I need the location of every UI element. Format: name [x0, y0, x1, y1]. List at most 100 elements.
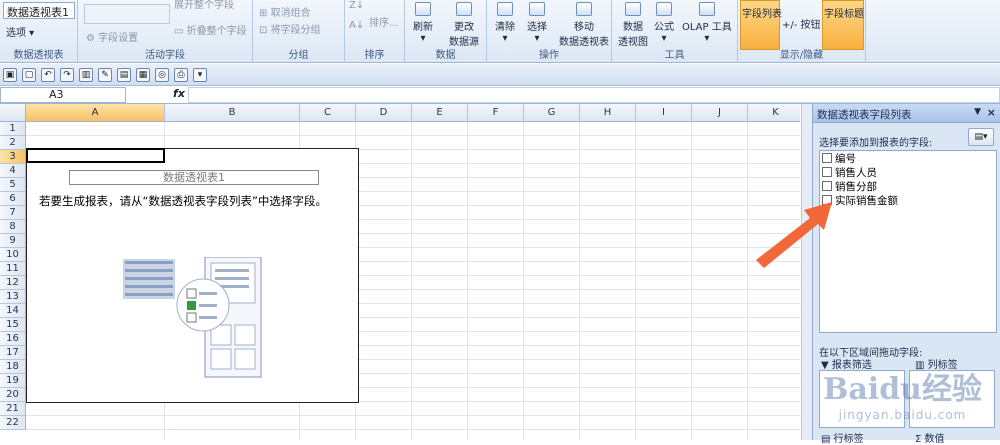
change-source-label: 更改 数据源 [449, 22, 479, 48]
save-icon[interactable]: ▣ [3, 68, 17, 82]
column-header-f[interactable]: F [468, 104, 524, 122]
column-header-d[interactable]: D [356, 104, 412, 122]
select-all-corner[interactable] [0, 104, 26, 122]
chart-icon[interactable]: ▥ [79, 68, 93, 82]
pivot-illustration-icon [123, 257, 262, 378]
field-item[interactable]: 销售人员 [822, 167, 877, 180]
sort-za-icon[interactable]: A↓ [349, 20, 364, 31]
ribbon: 数据透视表1 选项 ▾ 数据透视表 ⚙ 字段设置 展开整个字段 ▭ 折叠整个字段… [0, 0, 1000, 63]
customize-icon[interactable]: ▾ [193, 68, 207, 82]
preview-icon[interactable]: ◎ [155, 68, 169, 82]
field-list-toggle[interactable]: 字段列表 [740, 0, 782, 50]
options-label: 选项 [6, 28, 26, 39]
group-pivot: 数据透视表1 选项 ▾ 数据透视表 [0, 0, 78, 63]
print-icon[interactable]: ⎙ [174, 68, 188, 82]
row-header-17[interactable]: 17 [0, 346, 26, 360]
row-header-14[interactable]: 14 [0, 304, 26, 318]
row-header-15[interactable]: 15 [0, 318, 26, 332]
row-header-18[interactable]: 18 [0, 360, 26, 374]
column-header-j[interactable]: J [692, 104, 748, 122]
panel-menu-icon[interactable]: ▼ [974, 107, 981, 117]
sort-az-icon[interactable]: Z↓ [349, 0, 364, 11]
column-header-a[interactable]: A [26, 104, 165, 122]
active-field-input[interactable] [84, 4, 170, 24]
field-item[interactable]: 编号 [822, 153, 856, 166]
row-header-20[interactable]: 20 [0, 388, 26, 402]
row-header-13[interactable]: 13 [0, 290, 26, 304]
checkbox-icon[interactable] [822, 167, 832, 177]
gridline [579, 122, 580, 440]
row-header-19[interactable]: 19 [0, 374, 26, 388]
refresh-button[interactable]: 刷新 ▾ [413, 2, 433, 44]
undo-icon[interactable]: ↶ [41, 68, 55, 82]
group-data-label: 数据 [435, 50, 456, 61]
column-header-b[interactable]: B [165, 104, 300, 122]
collapse-field-button[interactable]: ▭ 折叠整个字段 [174, 22, 247, 37]
layout-button[interactable]: ▤▾ [968, 128, 994, 146]
row-header-11[interactable]: 11 [0, 262, 26, 276]
ungroup-button[interactable]: ⊞ 取消组合 [259, 4, 311, 19]
group-sort-label: 排序 [364, 50, 385, 61]
options-button[interactable]: 选项 ▾ [6, 24, 34, 39]
column-header-k[interactable]: K [748, 104, 800, 122]
column-header-g[interactable]: G [524, 104, 580, 122]
collapse-field-label: 折叠整个字段 [186, 26, 247, 37]
row-header-9[interactable]: 9 [0, 234, 26, 248]
expand-field-button[interactable]: 展开整个字段 [174, 0, 234, 11]
grid-icon[interactable]: ▦ [136, 68, 150, 82]
row-header-8[interactable]: 8 [0, 220, 26, 234]
row-header-1[interactable]: 1 [0, 122, 26, 136]
select-button[interactable]: 选择 ▾ [527, 2, 547, 44]
gridline [635, 122, 636, 440]
table-icon[interactable]: ▤ [117, 68, 131, 82]
row-header-3[interactable]: 3 [0, 150, 26, 164]
row-header-12[interactable]: 12 [0, 276, 26, 290]
clear-label: 清除 [495, 22, 515, 33]
redo-icon[interactable]: ↷ [60, 68, 74, 82]
row-header-4[interactable]: 4 [0, 164, 26, 178]
olap-tools-button[interactable]: OLAP 工具 ▾ [682, 2, 732, 44]
column-header-e[interactable]: E [412, 104, 468, 122]
pivot-chart-button[interactable]: 数据 透视图 [618, 2, 648, 48]
refresh-icon [415, 2, 431, 16]
formula-input[interactable] [188, 87, 1000, 103]
select-label: 选择 [527, 22, 547, 33]
pivot-title: 数据透视表1 [69, 170, 319, 185]
checkbox-icon[interactable] [822, 153, 832, 163]
row-header-10[interactable]: 10 [0, 248, 26, 262]
plus-minus-button[interactable]: +/- 按钮 [782, 16, 821, 31]
formulas-button[interactable]: 公式 ▾ [654, 2, 674, 44]
move-pivot-label: 移动 数据透视表 [559, 22, 609, 48]
field-headers-toggle[interactable]: 字段标题 [822, 0, 864, 50]
pivot-message: 若要生成报表，请从“数据透视表字段列表”中选择字段。 [39, 194, 327, 208]
checkbox-icon[interactable] [822, 181, 832, 191]
column-header-i[interactable]: I [636, 104, 692, 122]
row-header-2[interactable]: 2 [0, 136, 26, 150]
change-source-button[interactable]: 更改 数据源 [449, 2, 479, 48]
pivot-placeholder[interactable]: 数据透视表1 若要生成报表，请从“数据透视表字段列表”中选择字段。 [26, 148, 359, 403]
clear-button[interactable]: 清除 ▾ [495, 2, 515, 44]
row-header-22[interactable]: 22 [0, 416, 26, 430]
new-icon[interactable]: ▢ [22, 68, 36, 82]
row-header-7[interactable]: 7 [0, 206, 26, 220]
group-actions: 清除 ▾ 选择 ▾ 移动 数据透视表 操作 [487, 0, 612, 63]
pivot-name-input[interactable]: 数据透视表1 [3, 2, 75, 19]
close-icon[interactable]: × [987, 106, 996, 119]
gridline [411, 122, 412, 440]
row-header-16[interactable]: 16 [0, 332, 26, 346]
column-header-h[interactable]: H [580, 104, 636, 122]
change-source-icon [456, 2, 472, 16]
field-item[interactable]: 销售分部 [822, 181, 877, 194]
column-header-c[interactable]: C [300, 104, 356, 122]
edit-icon[interactable]: ✎ [98, 68, 112, 82]
field-settings-button[interactable]: ⚙ 字段设置 [86, 29, 138, 44]
group-show-label: 显示/隐藏 [779, 50, 824, 61]
group-field-button[interactable]: ⊡ 将字段分组 [259, 21, 321, 36]
row-header-6[interactable]: 6 [0, 192, 26, 206]
name-box[interactable]: A3 [0, 87, 126, 103]
sort-button[interactable]: 排序... [369, 14, 399, 29]
move-pivot-button[interactable]: 移动 数据透视表 [559, 2, 609, 48]
fx-button[interactable]: fx [170, 87, 188, 103]
row-header-5[interactable]: 5 [0, 178, 26, 192]
row-header-21[interactable]: 21 [0, 402, 26, 416]
